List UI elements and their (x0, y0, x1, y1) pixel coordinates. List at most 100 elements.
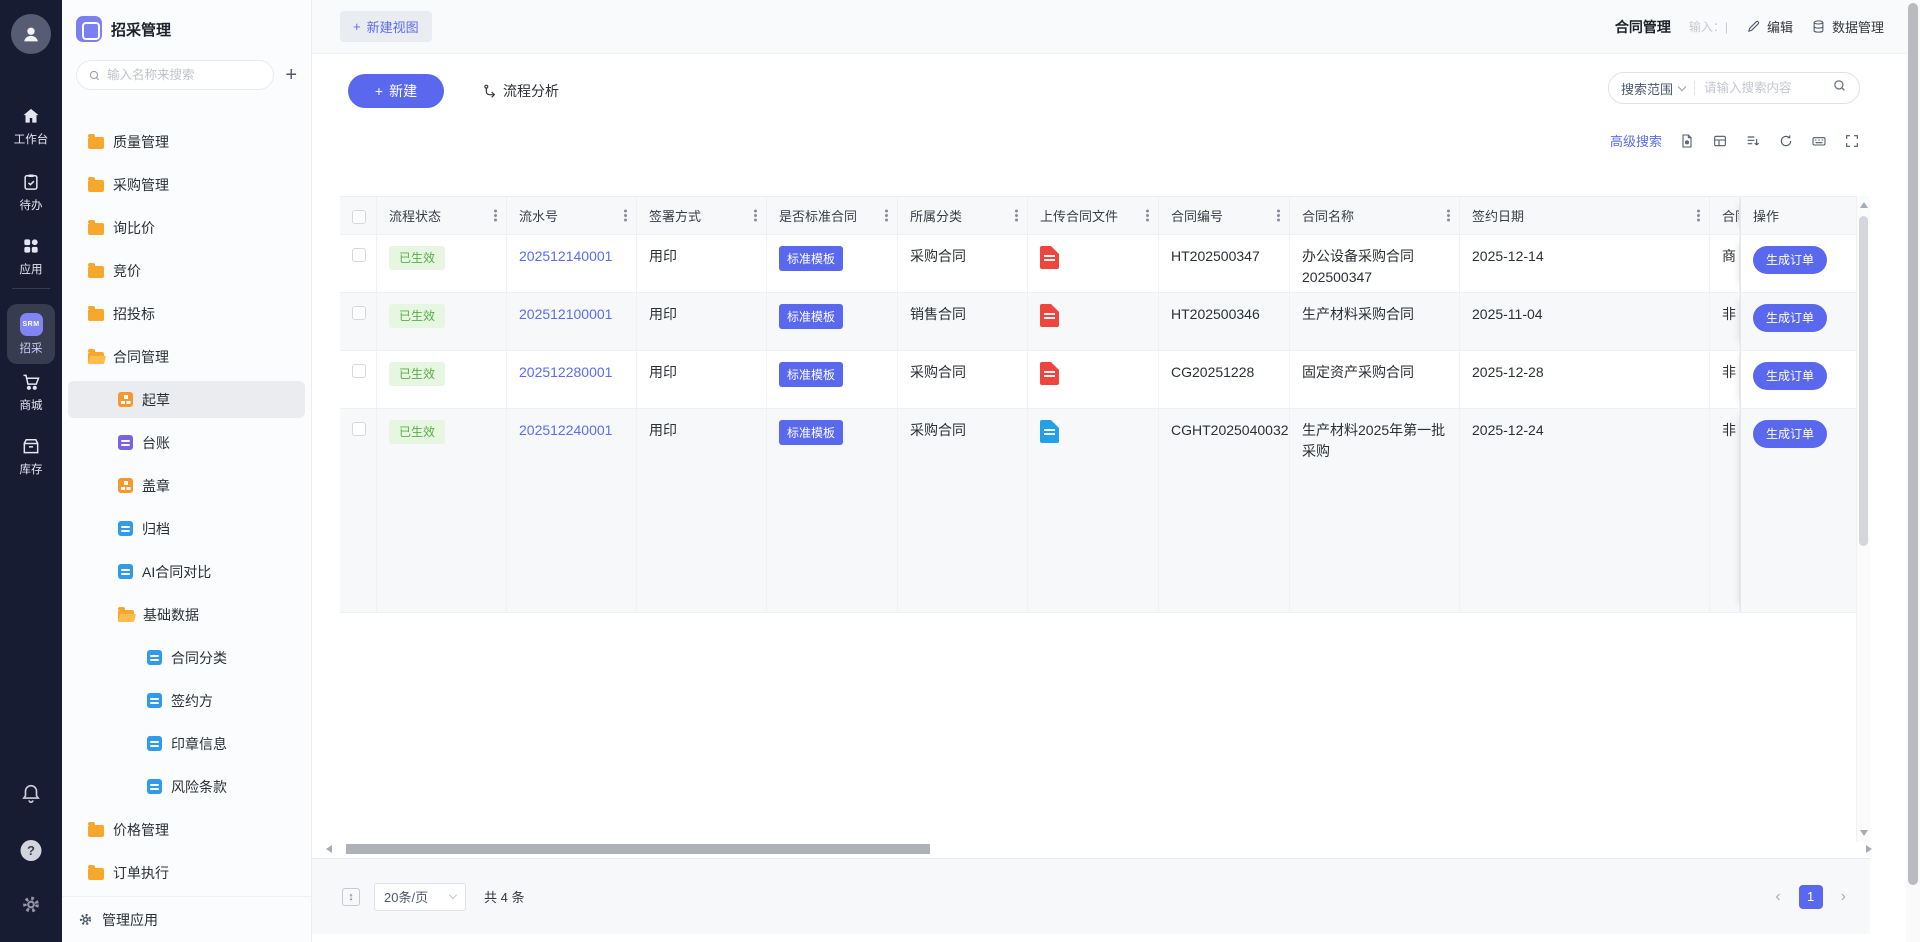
tree-item-contract-category[interactable]: 合同分类 (62, 636, 311, 679)
row-checkbox[interactable] (352, 364, 366, 378)
tree-item-ledger[interactable]: 台账 (62, 421, 311, 464)
column-menu-icon[interactable] (1447, 214, 1450, 217)
tree-item-quality[interactable]: 质量管理 (62, 120, 311, 163)
search-input[interactable] (1704, 81, 1832, 95)
row-checkbox[interactable] (352, 422, 366, 436)
rail-item-mall[interactable]: 商城 (0, 372, 62, 413)
notifications-bell-icon[interactable] (20, 782, 42, 809)
keyboard-icon[interactable] (1811, 133, 1827, 149)
search-scope-select[interactable]: 搜索范围 (1621, 79, 1685, 98)
new-view-tab[interactable]: + 新建视图 (340, 11, 432, 42)
contract-file-icon[interactable] (1040, 362, 1059, 385)
apps-grid-icon (21, 236, 41, 256)
settings-gear-icon[interactable] (21, 894, 42, 920)
search-icon (88, 69, 101, 82)
scrollbar-thumb[interactable] (1859, 216, 1868, 546)
scroll-up-arrow[interactable] (1860, 202, 1868, 208)
fullscreen-icon[interactable] (1844, 133, 1860, 149)
flow-analysis-button[interactable]: 流程分析 (482, 81, 559, 101)
page-size-select[interactable]: 20条/页 (374, 883, 466, 911)
tree-item-draft[interactable]: 起草 (62, 378, 311, 421)
manage-apps-button[interactable]: 管理应用 (62, 896, 311, 942)
tree-item-seal[interactable]: 盖章 (62, 464, 311, 507)
column-menu-icon[interactable] (494, 214, 497, 217)
table-vertical-scrollbar[interactable] (1856, 196, 1870, 842)
generate-order-button[interactable]: 生成订单 (1753, 246, 1827, 274)
contract-file-icon[interactable] (1040, 246, 1059, 269)
tree-item-archive[interactable]: 归档 (62, 507, 311, 550)
rail-item-srm[interactable]: SRM 招采 (7, 304, 55, 364)
folder-open-icon (88, 352, 104, 364)
contract-file-icon[interactable] (1040, 304, 1059, 327)
tree-item-risk-clause[interactable]: 风险条款 (62, 765, 311, 808)
table-row: 已生效 202512240001 用印 标准模板 采购合同 CGHT202504… (340, 409, 1856, 613)
row-checkbox[interactable] (352, 306, 366, 320)
edit-button[interactable]: 编辑 (1746, 17, 1793, 36)
sidebar-header: 招采管理 (62, 0, 311, 50)
truncated-cell: 非 (1710, 351, 1740, 408)
row-checkbox[interactable] (352, 248, 366, 262)
sidebar-search-input[interactable] (107, 68, 262, 82)
tree-item-inquiry[interactable]: 询比价 (62, 206, 311, 249)
rail-item-inventory[interactable]: 库存 (0, 436, 62, 477)
search-icon[interactable] (1832, 78, 1847, 98)
generate-order-button[interactable]: 生成订单 (1753, 304, 1827, 332)
serial-link[interactable]: 202512140001 (519, 248, 612, 264)
next-page-arrow[interactable]: › (1841, 889, 1846, 905)
tree-item-price-mgmt[interactable]: 价格管理 (62, 808, 311, 851)
scrollbar-thumb[interactable] (346, 844, 930, 854)
column-menu-icon[interactable] (1146, 214, 1149, 217)
tree-item-base-data[interactable]: 基础数据 (62, 593, 311, 636)
tree-item-signer[interactable]: 签约方 (62, 679, 311, 722)
tree-item-order-exec[interactable]: 订单执行 (62, 851, 311, 894)
rail-item-workbench[interactable]: 工作台 (0, 106, 62, 147)
add-view-plus-icon[interactable]: + (285, 65, 297, 85)
advanced-search-link[interactable]: 高级搜索 (1610, 131, 1662, 150)
current-page-button[interactable]: 1 (1799, 885, 1823, 909)
scroll-left-arrow[interactable] (326, 845, 332, 853)
column-menu-icon[interactable] (885, 214, 888, 217)
select-all-checkbox[interactable] (352, 210, 366, 224)
data-manage-button[interactable]: 数据管理 (1811, 17, 1884, 36)
scroll-right-arrow[interactable] (1866, 845, 1872, 853)
tree-item-bidding-price[interactable]: 竞价 (62, 249, 311, 292)
tree-item-ai-compare[interactable]: AI合同对比 (62, 550, 311, 593)
scrollbar-track[interactable] (340, 844, 1858, 854)
generate-order-button[interactable]: 生成订单 (1753, 362, 1827, 390)
row-height-icon[interactable]: ↕ (342, 888, 360, 906)
layout-icon[interactable] (1712, 133, 1728, 149)
tree-item-seal-info[interactable]: 印章信息 (62, 722, 311, 765)
prev-page-arrow[interactable]: ‹ (1775, 889, 1780, 905)
contract-file-icon[interactable] (1040, 420, 1059, 443)
scroll-down-arrow[interactable] (1860, 830, 1868, 836)
column-menu-icon[interactable] (1697, 214, 1700, 217)
table-body: 已生效 202512140001 用印 标准模板 采购合同 HT20250034… (340, 235, 1856, 613)
table-horizontal-scrollbar[interactable] (326, 842, 1872, 856)
main-content: + 新建视图 合同管理 输入：| 编辑 数据管理 + 新建 流 (312, 0, 1920, 942)
serial-link[interactable]: 202512240001 (519, 422, 612, 438)
refresh-icon[interactable] (1778, 133, 1794, 149)
column-menu-icon[interactable] (1015, 214, 1018, 217)
help-icon[interactable]: ? (21, 840, 42, 861)
sidebar-search[interactable] (76, 60, 274, 90)
serial-link[interactable]: 202512280001 (519, 364, 612, 380)
page-scrollbar[interactable] (1906, 0, 1920, 942)
user-avatar[interactable] (11, 14, 51, 54)
sign-method-cell: 用印 (637, 409, 767, 612)
column-menu-icon[interactable] (1277, 214, 1280, 217)
serial-link[interactable]: 202512100001 (519, 306, 612, 322)
rail-item-todo[interactable]: 待办 (0, 172, 62, 213)
contract-no-cell: CG20251228 (1159, 351, 1290, 408)
rail-item-apps[interactable]: 应用 (0, 236, 62, 277)
generate-order-button[interactable]: 生成订单 (1753, 420, 1827, 448)
tree-item-contract-mgmt[interactable]: 合同管理 (62, 335, 311, 378)
tree-item-purchase[interactable]: 采购管理 (62, 163, 311, 206)
scrollbar-thumb[interactable] (1908, 3, 1918, 885)
row-sort-icon[interactable] (1745, 133, 1761, 149)
column-menu-icon[interactable] (754, 214, 757, 217)
create-button[interactable]: + 新建 (348, 74, 444, 108)
export-icon[interactable] (1679, 133, 1695, 149)
doc-icon (147, 650, 162, 665)
column-menu-icon[interactable] (624, 214, 627, 217)
tree-item-tender[interactable]: 招投标 (62, 292, 311, 335)
